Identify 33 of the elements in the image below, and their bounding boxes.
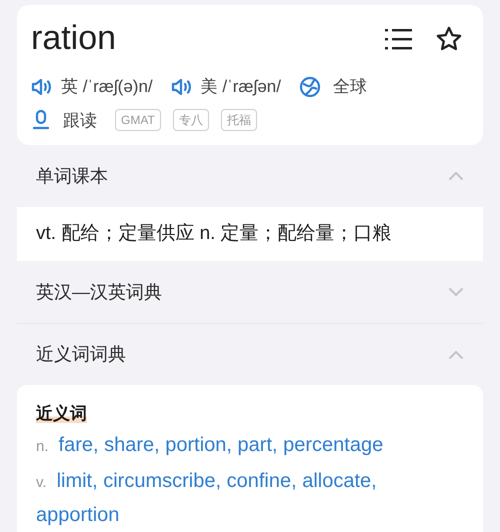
headword: ration [31,18,116,59]
synonym-link[interactable]: allocate, [302,470,377,492]
pronunciation-text[interactable]: 美 /ˈræʃən/ [200,74,281,100]
exam-tag: 专八 [172,109,209,132]
section-header[interactable]: 英汉—汉英词典 [17,261,483,323]
synonym-link[interactable]: portion, [165,434,232,456]
speaker-icon[interactable] [31,76,53,97]
synonym-link[interactable]: confine, [226,470,297,492]
globe-icon[interactable] [298,76,321,98]
synonym-link[interactable]: apportion [36,504,120,526]
pronunciation-text[interactable]: 英 /ˈræʃ(ə)n/ [61,74,153,100]
section-title: 单词课本 [36,164,108,188]
part-of-speech: n. [36,438,49,455]
exam-tag: GMAT [115,109,161,132]
part-of-speech: v. [36,474,47,491]
synonym-link[interactable]: circumscribe, [103,470,222,492]
speaker-icon[interactable] [170,76,193,97]
synonym-link[interactable]: share, [104,434,160,456]
synonym-link[interactable]: limit, [56,470,98,492]
synonyms-heading: 近义词 [36,404,87,423]
microphone-icon[interactable] [31,109,51,132]
section-title: 英汉—汉英词典 [36,280,162,304]
exam-tag: 托福 [220,109,257,132]
definition-text: vt. 配给；定量供应 n. 定量；配给量；口粮 [36,222,392,246]
section-title: 近义词词典 [36,343,126,366]
synonym-link[interactable]: part, [238,434,278,456]
global-label[interactable]: 全球 [332,74,367,100]
star-icon[interactable] [435,24,463,52]
follow-read-label[interactable]: 跟读 [63,108,97,133]
synonym-link[interactable]: percentage [283,434,384,456]
section-header[interactable]: 单词课本 [17,145,483,207]
synonym-link[interactable]: fare, [58,434,99,456]
list-icon[interactable] [385,26,413,50]
